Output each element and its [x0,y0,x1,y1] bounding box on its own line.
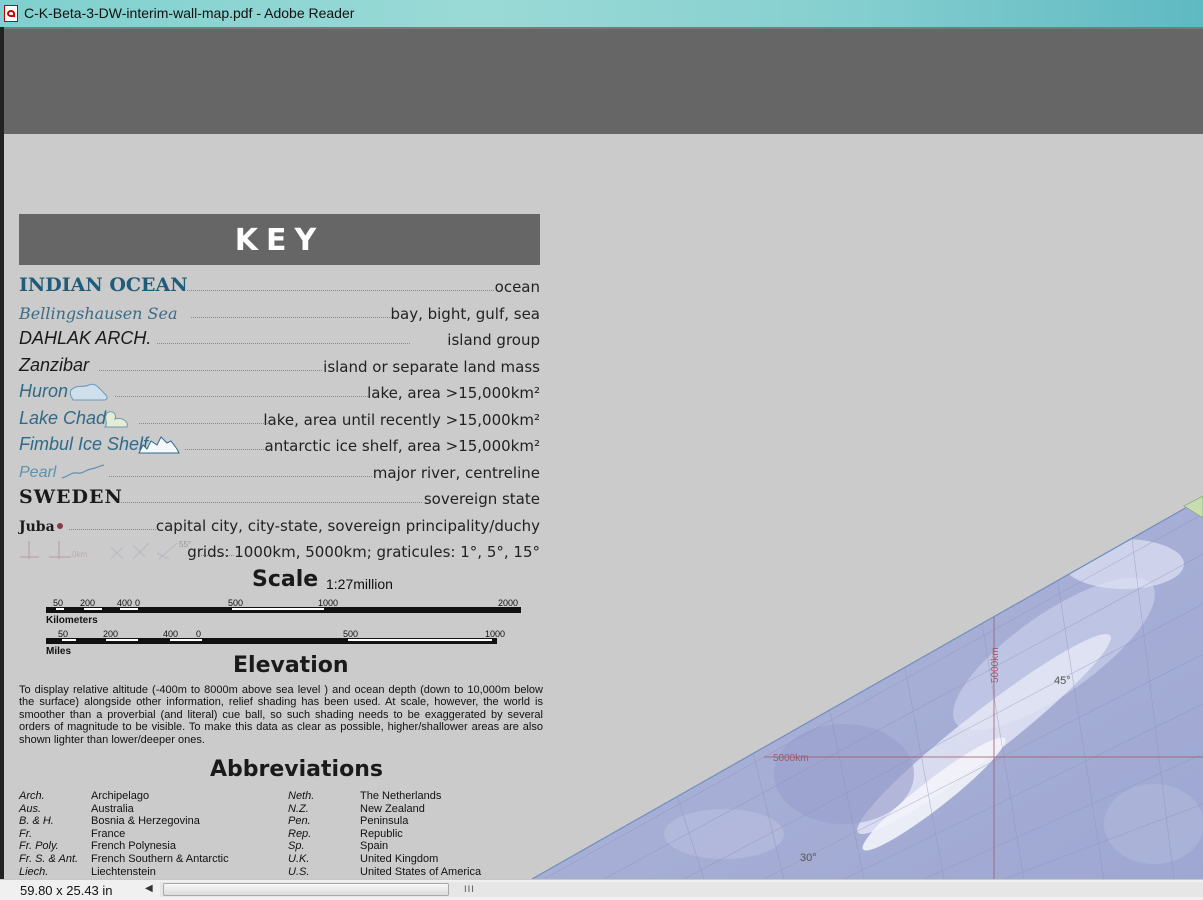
key-label: Lake Chad [19,408,107,428]
abbr-key: U.S. [288,865,310,878]
lake-shape-icon [69,383,108,401]
abbr-value: Republic [360,827,403,840]
key-row-ice-shelf: Fimbul Ice Shelf antarctic ice shelf, ar… [19,433,540,457]
river-line-icon [61,464,105,479]
grid-km-label: 0km [72,550,87,559]
abbr-key: Aus. [19,802,42,815]
abbr-key: Sp. [288,840,305,853]
abbr-value: New Zealand [360,802,425,815]
key-heading: KEY [234,223,325,258]
key-desc: lake, area >15,000km² [367,384,540,402]
abbr-value: French Polynesia [91,840,176,853]
abbreviations-left: Arch. Archipelago Aus. Australia B. & H. Bo… [19,790,279,879]
pdf-page-view[interactable]: 5000km 5000km 45° 30° KEY INDIAN OCEAN o… [4,134,1203,879]
scale-km-label: Kilometers [46,615,98,626]
abbr-value: The Netherlands [360,790,442,802]
key-label: INDIAN OCEAN [19,274,188,296]
toolbar-area [4,27,1203,134]
abbr-key: B. & H. [19,815,54,828]
elevation-heading: Elevation [233,653,349,678]
abbr-value: Spain [360,840,389,853]
key-row-lake: Huron lake, area >15,000km² [19,380,540,404]
key-desc: island group [447,331,540,349]
abbr-value: France [91,827,126,840]
key-label: SWEDEN [19,486,123,508]
key-label: Zanzibar [19,355,90,375]
abbr-value: Peninsula [360,815,409,828]
scale-bar-km [46,607,521,613]
key-label: Juba [19,519,55,535]
abbr-key: Neth. [288,790,315,802]
map-grid-label-vertical: 5000km [990,647,1001,683]
scroll-left-arrow-icon[interactable]: ◀ [145,883,153,894]
abbr-value: Archipelago [91,790,150,802]
elevation-text: To display relative altitude (-400m to 8… [19,684,543,746]
key-desc: grids: 1000km, 5000km; graticules: 1°, 5… [187,543,540,561]
key-row-state: SWEDEN sovereign state [19,486,540,510]
scroll-grip-icon: III [464,885,475,895]
key-label: Fimbul Ice Shelf [19,434,149,454]
key-label: Bellingshausen Sea [19,304,178,323]
key-label: Huron [19,381,69,401]
window-title: C-K-Beta-3-DW-interim-wall-map.pdf - Ado… [24,5,355,21]
abbr-value: United Kingdom [360,853,439,865]
abbr-key: N.Z. [288,802,309,815]
key-heading-bar: KEY [19,214,540,265]
abbr-key: Rep. [288,827,312,840]
abbreviations-right: Neth. The Netherlands N.Z. New Zealand Pen… [288,790,528,879]
abbr-key: Liech. [19,865,49,878]
ice-shelf-shape-icon [138,436,180,454]
dry-lake-shape-icon [103,411,128,428]
key-desc: major river, centreline [372,464,540,482]
scale-ratio: 1:27million [326,576,393,592]
key-row-island: Zanzibar island or separate land mass [19,354,540,378]
key-desc: lake, area until recently >15,000km² [263,411,540,429]
key-row-capital: Juba capital city, city-state, sovereign… [19,513,540,537]
title-bar: C-K-Beta-3-DW-interim-wall-map.pdf - Ado… [0,0,1203,28]
scale-miles-label: Miles [46,646,72,657]
abbr-key: U.K. [288,853,310,865]
abbr-key: Pen. [288,815,311,828]
key-label: Pearl [19,464,57,481]
abbr-value: Bosnia & Herzegovina [91,815,200,828]
map-grid-label-horizontal: 5000km [773,753,809,764]
key-desc: bay, bight, gulf, sea [390,305,540,323]
status-bar: 59.80 x 25.43 in ◀ III [0,879,1203,900]
key-row-sea: Bellingshausen Sea bay, bight, gulf, sea [19,301,540,325]
abbr-value: United States of America [360,865,482,878]
key-desc: ocean [494,278,540,296]
key-desc: sovereign state [423,490,540,508]
grid-graticule-icon: 0km 55° [20,540,191,560]
map-latitude-45: 45° [1054,675,1071,687]
abbr-value: French Southern & Antarctic [91,853,229,865]
key-row-island-group: DAHLAK ARCH. island group [19,327,540,351]
scale-bar-miles [46,638,497,644]
key-row-ocean: INDIAN OCEAN ocean [19,274,540,298]
page-size-readout: 59.80 x 25.43 in [20,883,113,898]
key-desc: capital city, city-state, sovereign prin… [155,517,540,535]
abbr-key: Arch. [19,790,45,802]
key-row-grids: 0km 55° grids: 1000km, 5000km; graticule… [19,539,540,563]
abbr-key: Fr. Poly. [19,840,59,853]
key-row-river: Pearl major river, centreline [19,460,540,484]
key-row-lake-recent: Lake Chad lake, area until recently >15,… [19,407,540,431]
capital-dot-icon [57,523,63,529]
abbreviations-heading: Abbreviations [210,757,383,782]
abbr-value: Liechtenstein [91,865,156,878]
pdf-file-icon [4,5,18,22]
abbr-value: Australia [91,802,134,815]
key-desc: island or separate land mass [323,358,540,376]
map-latitude-30: 30° [800,852,817,864]
horizontal-scrollbar-thumb[interactable]: III [163,883,474,896]
abbr-key: Fr. [19,827,33,840]
abbr-key: Fr. S. & Ant. [19,853,79,865]
key-label: DAHLAK ARCH. [19,328,152,348]
scale-heading: Scale [252,567,319,592]
key-desc: antarctic ice shelf, area >15,000km² [264,437,540,455]
